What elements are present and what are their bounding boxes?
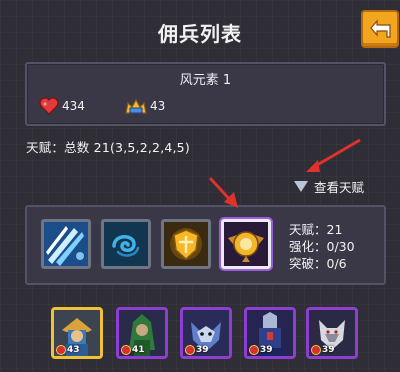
hp-stat: 434: [39, 97, 85, 115]
enhance-progress: 强化：0/30: [289, 239, 355, 254]
hero-card[interactable]: 39: [306, 307, 358, 359]
hero-card[interactable]: 39: [180, 307, 232, 359]
breakthrough-progress: 突破：0/6: [289, 256, 347, 271]
back-button[interactable]: [361, 10, 399, 48]
back-arrow-icon: [370, 19, 391, 38]
level-badge-icon: [56, 345, 66, 355]
level-badge-icon: [185, 345, 195, 355]
triangle-down-icon: [294, 181, 308, 192]
heart-icon: [39, 97, 59, 115]
level-badge-icon: [121, 345, 131, 355]
hero-card[interactable]: 39: [244, 307, 296, 359]
page-title: 佣兵列表: [158, 22, 242, 46]
hero-card[interactable]: 43: [51, 307, 103, 359]
view-talent-button[interactable]: 查看天赋: [294, 177, 364, 196]
hero-level: 39: [249, 345, 273, 355]
view-talent-label: 查看天赋: [314, 180, 365, 195]
skill-info: 天赋：21 强化：0/30 突破：0/6: [289, 221, 355, 272]
hero-level: 39: [311, 345, 335, 355]
level-badge-icon: [311, 345, 321, 355]
wind-swirl-icon: [104, 222, 148, 266]
level-badge-icon: [249, 345, 259, 355]
attack-value: 43: [150, 99, 166, 113]
ice-slash-icon: [44, 222, 88, 266]
winged-emblem-icon: [224, 222, 268, 266]
skill-slot-emblem[interactable]: [221, 219, 271, 269]
hero-card[interactable]: 41: [116, 307, 168, 359]
skill-slot-shield[interactable]: [161, 219, 211, 269]
talent-count: 天赋：21: [289, 222, 343, 237]
hero-level: 41: [121, 345, 145, 355]
hp-value: 434: [62, 99, 85, 113]
skills-panel: 天赋：21 强化：0/30 突破：0/6: [25, 205, 386, 285]
hero-list: 43 41 39 39 39: [0, 303, 400, 372]
element-panel: 风元素 1 434 43: [25, 62, 386, 126]
crown-fist-icon: [125, 98, 147, 114]
attack-stat: 43: [124, 97, 165, 115]
skill-slot-ice[interactable]: [41, 219, 91, 269]
golden-shield-icon: [164, 222, 208, 266]
hero-level: 43: [56, 345, 80, 355]
skill-slot-wind[interactable]: [101, 219, 151, 269]
hero-level: 39: [185, 345, 209, 355]
element-label: 风元素 1: [179, 73, 232, 88]
talent-summary: 天赋：总数 21(3,5,2,2,4,5): [26, 140, 190, 155]
